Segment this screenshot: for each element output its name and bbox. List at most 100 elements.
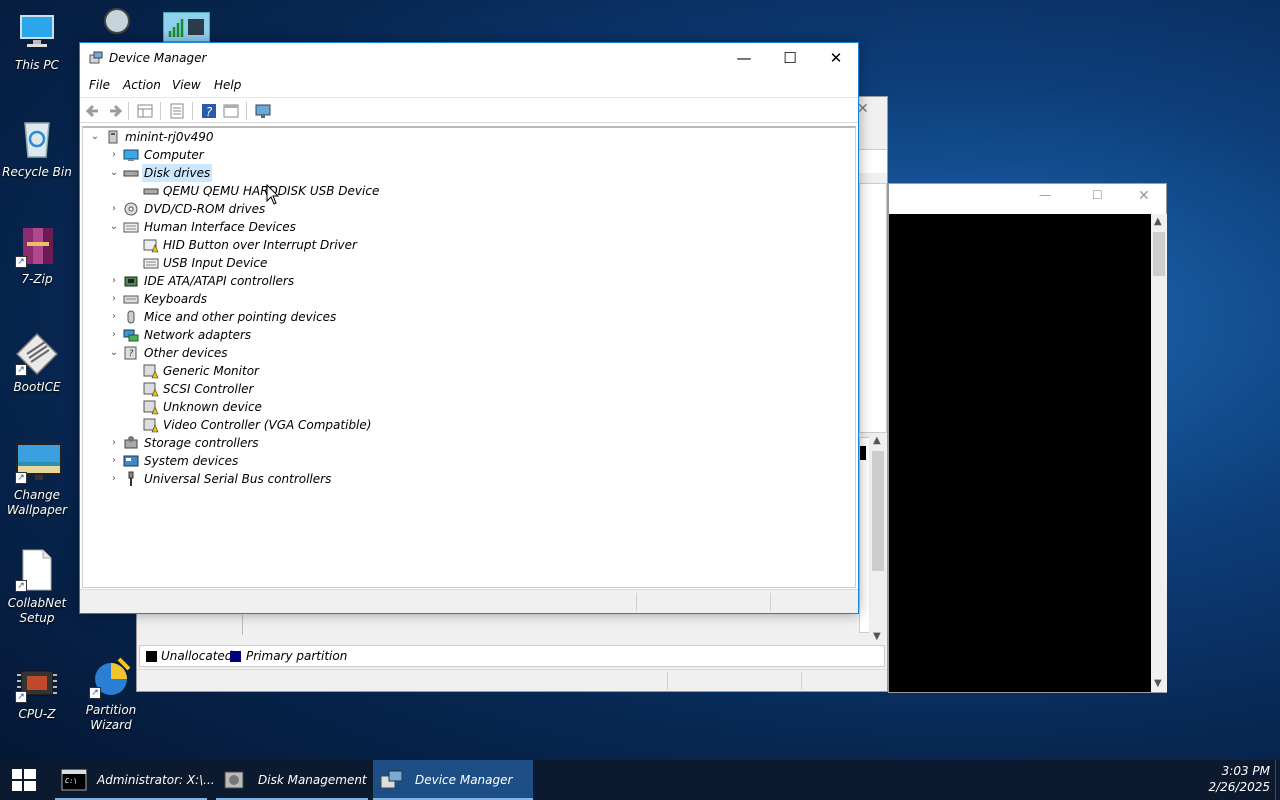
tree-item-storage[interactable]: › Storage controllers [83, 434, 843, 452]
tree-item-qemu-harddisk[interactable]: QEMU QEMU HARDDISK USB Device [83, 182, 843, 200]
forward-arrow-icon[interactable] [106, 102, 124, 120]
disk-drive-icon [143, 188, 159, 195]
desktop-icon-label: CPU-Z [18, 707, 56, 721]
maximize-button[interactable]: ☐ [767, 43, 813, 73]
chevron-right-icon[interactable]: › [108, 146, 120, 164]
tree-item-hid-button[interactable]: HID Button over Interrupt Driver [83, 236, 843, 254]
keyboard-icon [123, 295, 139, 304]
tree-label: Universal Serial Bus controllers [144, 472, 332, 486]
desktop-icon-label: 7-Zip [21, 272, 53, 286]
disk-drive-icon [123, 170, 139, 177]
scroll-down-arrow-icon[interactable]: ▼ [873, 631, 881, 642]
scrollbar-vertical[interactable]: ▲ ▼ [869, 435, 887, 645]
chevron-down-icon[interactable]: ⌄ [108, 344, 120, 362]
desktop-icon-label: BootICE [13, 380, 61, 394]
scan-hardware-icon[interactable] [254, 102, 272, 120]
tree-item-hid[interactable]: ⌄ Human Interface Devices [83, 218, 843, 236]
scroll-up-arrow-icon[interactable]: ▲ [1154, 216, 1162, 227]
tree-item-system[interactable]: › System devices [83, 452, 843, 470]
chevron-right-icon[interactable]: › [108, 290, 120, 308]
tree-item-scsi-controller[interactable]: SCSI Controller [83, 380, 843, 398]
back-arrow-icon[interactable] [84, 102, 102, 120]
tree-item-disk-drives[interactable]: ⌄ Disk drives [83, 164, 843, 182]
window-title: Device Manager [109, 51, 207, 65]
tree-item-unknown-device[interactable]: Unknown device [83, 398, 843, 416]
taskbar-item-device-manager[interactable]: Device Manager [373, 760, 533, 800]
desktop-icon-this-pc[interactable]: This PC [1, 10, 73, 73]
tree-root[interactable]: ⌄ minint-rj0v490 [83, 128, 843, 146]
desktop-icon-search-partial[interactable] [100, 6, 134, 40]
list-view-icon[interactable] [168, 102, 186, 120]
menu-bar: File Action View Help [80, 75, 858, 97]
close-button[interactable]: ✕ [813, 43, 859, 73]
chevron-down-icon[interactable]: ⌄ [108, 164, 120, 182]
chevron-right-icon[interactable]: › [108, 326, 120, 344]
status-bar [80, 589, 858, 613]
console-scrollbar[interactable]: ▲ ▼ [1151, 214, 1167, 692]
menu-view[interactable]: View [172, 78, 201, 92]
console-window[interactable]: — ☐ ✕ ▲ ▼ [888, 183, 1167, 693]
close-button[interactable]: ✕ [1138, 188, 1150, 204]
properties-grid-icon[interactable] [136, 102, 154, 120]
maximize-button[interactable]: ☐ [1092, 188, 1103, 202]
desktop-icon-change-wallpaper[interactable]: ↗ Change Wallpaper [1, 440, 73, 518]
tree-label: Storage controllers [144, 436, 259, 450]
taskbar-item-disk-management[interactable]: Disk Management [216, 760, 368, 800]
desktop-icon-bootice[interactable]: ↗ BootICE [1, 332, 73, 395]
chevron-down-icon[interactable]: ⌄ [108, 218, 120, 236]
tree-item-video-controller[interactable]: Video Controller (VGA Compatible) [83, 416, 843, 434]
start-button[interactable] [0, 760, 48, 800]
title-bar[interactable]: Device Manager — ☐ ✕ [80, 43, 858, 75]
chevron-right-icon[interactable]: › [108, 452, 120, 470]
tree-item-usb[interactable]: › Universal Serial Bus controllers [83, 470, 843, 488]
tree-item-usb-input[interactable]: USB Input Device [83, 254, 843, 272]
help-icon[interactable]: ? [200, 102, 218, 120]
tree-item-dvd[interactable]: › DVD/CD-ROM drives [83, 200, 843, 218]
taskbar-item-cmd[interactable]: C:\ Administrator: X:\... [55, 760, 215, 800]
tree-item-network[interactable]: › Network adapters [83, 326, 843, 344]
minimize-button[interactable]: — [1039, 188, 1051, 202]
scrollbar-thumb[interactable] [1153, 232, 1165, 276]
tree-item-generic-monitor[interactable]: Generic Monitor [83, 362, 843, 380]
scroll-up-arrow-icon[interactable]: ▲ [873, 435, 881, 446]
shortcut-arrow-icon: ↗ [15, 472, 27, 484]
tree-label: System devices [144, 454, 239, 468]
toolbar-separator [160, 102, 161, 120]
device-tree[interactable]: ⌄ minint-rj0v490 › Computer ⌄ Disk drive… [82, 126, 856, 588]
scrollbar-thumb[interactable] [872, 451, 884, 571]
menu-file[interactable]: File [89, 78, 110, 92]
chevron-down-icon[interactable]: ⌄ [89, 128, 101, 146]
chevron-right-icon[interactable]: › [108, 200, 120, 218]
desktop-icon-monitor-partial[interactable] [163, 12, 210, 42]
storage-controller-icon [124, 436, 138, 449]
device-manager-window[interactable]: Device Manager — ☐ ✕ File Action View He… [79, 42, 859, 614]
chevron-right-icon[interactable]: › [108, 470, 120, 488]
tree-item-keyboards[interactable]: › Keyboards [83, 290, 843, 308]
minimize-button[interactable]: — [721, 43, 767, 73]
desktop-icon-recycle-bin[interactable]: Recycle Bin [1, 117, 73, 180]
chevron-right-icon[interactable]: › [108, 272, 120, 290]
computer-icon [108, 130, 118, 144]
svg-text:?: ? [129, 349, 134, 359]
desktop-icon-collabnet[interactable]: ↗ CollabNet Setup [1, 548, 73, 626]
console-output[interactable] [889, 214, 1151, 692]
clock[interactable]: 3:03 PM 2/26/2025 [1190, 763, 1270, 797]
tree-label: minint-rj0v490 [125, 130, 214, 144]
taskbar-label: Device Manager [415, 773, 513, 787]
warning-device-icon [143, 382, 159, 397]
desktop-icon-label: CollabNet Setup [7, 596, 67, 625]
chevron-right-icon[interactable]: › [108, 308, 120, 326]
tree-item-ide[interactable]: › IDE ATA/ATAPI controllers [83, 272, 843, 290]
tree-item-computer[interactable]: › Computer [83, 146, 843, 164]
menu-help[interactable]: Help [214, 78, 241, 92]
properties-icon[interactable] [222, 102, 240, 120]
menu-action[interactable]: Action [123, 78, 161, 92]
bootice-icon: ↗ [15, 332, 59, 376]
show-desktop-button[interactable] [1275, 760, 1280, 800]
desktop-icon-cpuz[interactable]: ↗ CPU-Z [1, 663, 73, 722]
chevron-right-icon[interactable]: › [108, 434, 120, 452]
tree-item-mice[interactable]: › Mice and other pointing devices [83, 308, 843, 326]
desktop-icon-7zip[interactable]: ↗ 7-Zip [1, 224, 73, 287]
scroll-down-arrow-icon[interactable]: ▼ [1154, 678, 1162, 689]
tree-item-other-devices[interactable]: ⌄ ? Other devices [83, 344, 843, 362]
